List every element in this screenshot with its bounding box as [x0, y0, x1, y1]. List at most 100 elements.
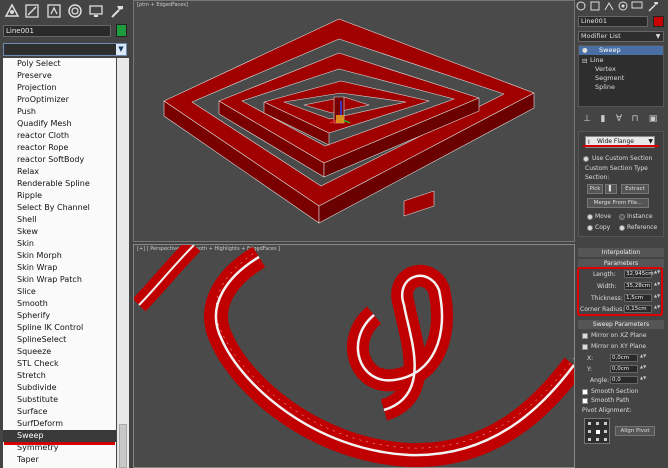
list-item[interactable]: Shell [3, 214, 116, 226]
list-item[interactable]: STL Check [3, 358, 116, 370]
list-item[interactable]: reactor SoftBody [3, 154, 116, 166]
y-offset-spinner[interactable]: 0,0cm [610, 365, 638, 373]
smooth-path-label: Smooth Path [591, 397, 630, 404]
spinner-arrows-icon[interactable]: ▲▼ [640, 354, 646, 362]
interpolation-rollout-header[interactable]: Interpolation [578, 248, 664, 257]
list-item[interactable]: SplineSelect [3, 334, 116, 346]
spinner-arrows-icon[interactable]: ▲▼ [640, 365, 646, 373]
angle-spinner[interactable]: 0,0 [610, 376, 638, 384]
object-color-swatch[interactable] [116, 24, 127, 37]
modifier-list-label: Modifier List [581, 32, 621, 40]
list-item[interactable]: Spherify [3, 310, 116, 322]
list-item[interactable]: Relax [3, 166, 116, 178]
list-item[interactable]: ProOptimizer [3, 94, 116, 106]
list-item[interactable]: Stretch [3, 370, 116, 382]
remove-modifier-icon[interactable]: ⊓ [628, 112, 642, 125]
smooth-section-checkbox[interactable] [582, 389, 588, 395]
radio-reference[interactable] [619, 225, 625, 231]
list-item-selected[interactable]: Sweep [3, 430, 116, 442]
list-item[interactable]: Taper [3, 454, 116, 466]
expand-icon[interactable]: ⊟ [582, 57, 587, 65]
list-item[interactable]: Skin [3, 238, 116, 250]
list-item[interactable]: Skin Morph [3, 250, 116, 262]
motion-icon[interactable] [66, 2, 84, 20]
list-item[interactable]: Skew [3, 226, 116, 238]
list-item[interactable]: Ripple [3, 190, 116, 202]
list-item[interactable]: Select By Channel [3, 202, 116, 214]
list-item[interactable]: Substitute [3, 394, 116, 406]
pivot-alignment-grid[interactable] [584, 418, 610, 444]
list-item[interactable]: reactor Cloth [3, 130, 116, 142]
sweep-parameters-rollout-header[interactable]: Sweep Parameters [578, 320, 664, 329]
pick-button[interactable]: Pick [587, 184, 603, 194]
configure-modifier-sets-icon[interactable]: ▣ [646, 112, 660, 125]
command-panel-left: Line001 ▼ Poly Select Preserve Projectio… [0, 0, 133, 468]
modify-icon[interactable] [589, 0, 601, 12]
show-end-result-icon[interactable]: ▮ [596, 112, 610, 125]
list-item[interactable]: Projection [3, 82, 116, 94]
extract-button[interactable]: Extract [621, 184, 649, 194]
spinner-arrows-icon[interactable]: ▲▼ [640, 376, 646, 384]
list-item[interactable]: Quadify Mesh [3, 118, 116, 130]
stack-item-sweep[interactable]: Sweep [599, 46, 621, 54]
object-name-field[interactable]: Line001 [578, 16, 648, 27]
stack-item-line[interactable]: Line [590, 56, 604, 64]
list-item[interactable]: reactor Rope [3, 142, 116, 154]
create-icon[interactable] [3, 2, 21, 20]
mirror-xz-checkbox[interactable] [582, 333, 588, 339]
list-item[interactable]: Poly Select [3, 58, 116, 70]
object-name-field[interactable]: Line001 [3, 25, 111, 37]
list-item[interactable]: Push [3, 106, 116, 118]
list-item[interactable]: Skin Wrap Patch [3, 274, 116, 286]
modifier-list[interactable]: Poly Select Preserve Projection ProOptim… [3, 58, 116, 468]
list-item[interactable]: Skin Wrap [3, 262, 116, 274]
use-custom-section-label: Use Custom Section [592, 155, 653, 162]
chevron-down-icon[interactable]: ▼ [116, 44, 126, 55]
lightbulb-icon[interactable]: ● [582, 46, 588, 54]
motion-icon[interactable] [617, 0, 629, 12]
list-item[interactable]: Smooth [3, 298, 116, 310]
stack-item-vertex[interactable]: Vertex [595, 65, 616, 73]
make-unique-icon[interactable]: ∀ [612, 112, 626, 125]
list-item[interactable]: Surface [3, 406, 116, 418]
utilities-icon[interactable] [647, 0, 661, 12]
list-item[interactable]: Renderable Spline [3, 178, 116, 190]
radio-instance[interactable] [619, 214, 625, 220]
hierarchy-icon[interactable] [603, 0, 615, 12]
smooth-path-checkbox[interactable] [582, 398, 588, 404]
chevron-down-icon[interactable]: ▼ [654, 32, 662, 41]
display-icon[interactable] [631, 0, 643, 12]
list-item[interactable]: Slice [3, 286, 116, 298]
modifier-stack[interactable]: ● Sweep ⊟ Line Vertex Segment Spline [578, 45, 664, 107]
align-pivot-button[interactable]: Align Pivot [615, 426, 655, 436]
list-item[interactable]: Preserve [3, 70, 116, 82]
object-color-swatch[interactable] [653, 16, 664, 27]
section-type-value: Wide Flange [597, 138, 634, 145]
hierarchy-icon[interactable] [45, 2, 63, 20]
radio-use-custom-section[interactable] [583, 156, 589, 162]
create-icon[interactable] [575, 0, 587, 12]
list-item[interactable]: Subdivide [3, 382, 116, 394]
x-offset-spinner[interactable]: 0,0cm [610, 354, 638, 362]
display-icon[interactable] [87, 2, 105, 20]
stack-item-spline[interactable]: Spline [595, 83, 615, 91]
viewport-top[interactable]: [ptm + EdgedFaces] [133, 0, 575, 242]
list-item[interactable]: Spline IK Control [3, 322, 116, 334]
viewport-perspective[interactable]: [+] [ Perspective ] [ Smooth + Highlight… [133, 244, 575, 468]
stack-toolbar: ⊥ ▮ ∀ ⊓ ▣ [578, 112, 664, 126]
scrollbar-thumb[interactable] [119, 424, 127, 468]
modify-icon[interactable] [23, 2, 41, 20]
modifier-list-dropdown[interactable]: ▼ [3, 43, 127, 56]
list-item[interactable]: SurfDeform [3, 418, 116, 430]
merge-from-file-button[interactable]: Merge From File... [587, 198, 649, 208]
radio-move[interactable] [587, 214, 593, 220]
mirror-xy-checkbox[interactable] [582, 344, 588, 350]
list-item[interactable]: Squeeze [3, 346, 116, 358]
modifier-list-dropdown[interactable]: Modifier List ▼ [578, 31, 664, 42]
radio-copy[interactable] [587, 225, 593, 231]
scrollbar[interactable] [117, 58, 129, 468]
stack-item-segment[interactable]: Segment [595, 74, 624, 82]
pin-stack-icon[interactable]: ⊥ [580, 112, 594, 125]
pick-shape-icon[interactable]: ▌ [605, 184, 617, 194]
utilities-icon[interactable] [108, 2, 126, 20]
